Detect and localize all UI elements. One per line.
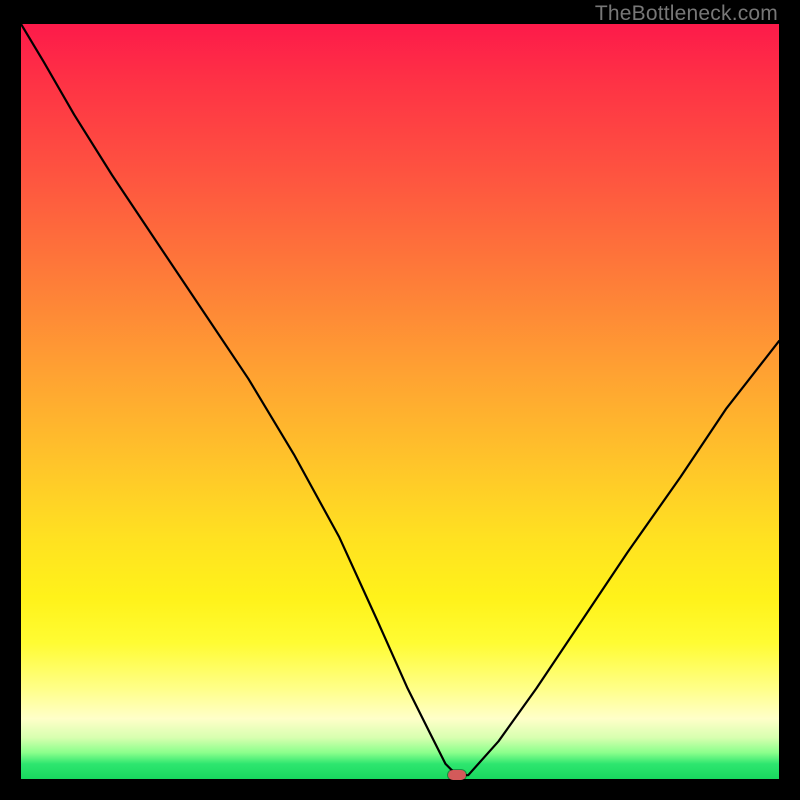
chart-frame: TheBottleneck.com <box>0 0 800 800</box>
chart-background-gradient <box>21 24 779 779</box>
optimal-point-marker <box>448 770 466 780</box>
watermark-text: TheBottleneck.com <box>595 2 778 26</box>
